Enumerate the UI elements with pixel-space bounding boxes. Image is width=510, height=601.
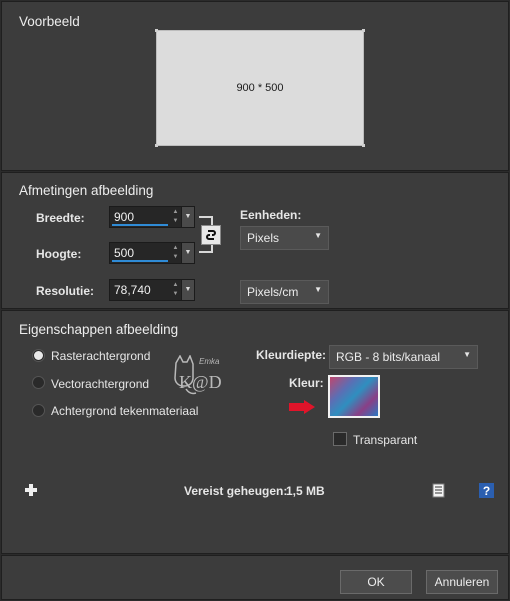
presets-icon[interactable]: [431, 483, 446, 498]
color-depth-label: Kleurdiepte:: [256, 348, 327, 362]
memory-label: Vereist geheugen:: [184, 484, 288, 498]
height-spinner[interactable]: 500 ▲ ▼ ▼: [109, 242, 195, 264]
units-label: Eenheden:: [240, 208, 302, 222]
help-icon[interactable]: ?: [479, 483, 494, 498]
memory-value: 1,5 MB: [286, 484, 325, 498]
preview-corner-handle: [362, 144, 365, 147]
color-depth-value: RGB - 8 bits/kanaal: [336, 350, 441, 364]
resolution-units-select[interactable]: Pixels/cm ▼: [240, 280, 329, 304]
units-select[interactable]: Pixels ▼: [240, 226, 329, 250]
width-underline: [112, 224, 168, 226]
spin-arrows-icon[interactable]: ▲ ▼: [170, 281, 181, 299]
chevron-down-icon: ▼: [463, 350, 471, 359]
dimensions-title: Afmetingen afbeelding: [19, 183, 154, 198]
watermark-text: K@D: [179, 372, 222, 392]
width-label: Breedte:: [36, 211, 85, 225]
link-icon-glyph: [206, 230, 216, 240]
preview-title: Voorbeeld: [19, 14, 80, 29]
preview-corner-handle: [362, 29, 365, 32]
height-underline: [112, 260, 168, 262]
preview-corner-handle: [155, 29, 158, 32]
option-vector-label[interactable]: Vectorachtergrond: [51, 377, 149, 391]
resolution-label: Resolutie:: [36, 284, 95, 298]
color-label: Kleur:: [289, 376, 324, 390]
height-value: 500: [114, 246, 135, 260]
arrow-right-icon: [289, 400, 315, 414]
width-value: 900: [114, 210, 135, 224]
chevron-down-icon: ▼: [314, 231, 322, 240]
width-spinner[interactable]: 900 ▲ ▼ ▼: [109, 206, 195, 228]
svg-text:?: ?: [483, 484, 490, 498]
preview-image: 900 * 500: [156, 30, 364, 146]
transparent-label[interactable]: Transparant: [353, 433, 417, 447]
width-dropdown-button[interactable]: ▼: [181, 207, 194, 227]
plus-icon[interactable]: [24, 483, 38, 497]
height-dropdown-button[interactable]: ▼: [181, 243, 194, 263]
resolution-units-value: Pixels/cm: [247, 285, 299, 299]
watermark-logo: Emka K@D: [172, 354, 242, 400]
ok-button[interactable]: OK: [340, 570, 412, 594]
spin-arrows-icon[interactable]: ▲ ▼: [170, 208, 181, 226]
preview-size-label: 900 * 500: [236, 82, 284, 94]
link-icon[interactable]: [201, 225, 221, 245]
radio-raster[interactable]: [32, 349, 45, 362]
radio-vector[interactable]: [32, 376, 45, 389]
option-material-label[interactable]: Achtergrond tekenmateriaal: [51, 404, 198, 418]
resolution-value: 78,740: [114, 283, 151, 297]
resolution-spinner[interactable]: 78,740 ▲ ▼ ▼: [109, 279, 195, 301]
transparent-checkbox[interactable]: [333, 432, 347, 446]
preview-corner-handle: [155, 144, 158, 147]
chevron-down-icon: ▼: [314, 285, 322, 294]
color-depth-select[interactable]: RGB - 8 bits/kanaal ▼: [329, 345, 478, 369]
watermark-top-text: Emka: [199, 357, 220, 366]
cancel-button[interactable]: Annuleren: [426, 570, 498, 594]
spin-arrows-icon[interactable]: ▲ ▼: [170, 244, 181, 262]
color-swatch[interactable]: [328, 375, 380, 418]
properties-title: Eigenschappen afbeelding: [19, 322, 179, 337]
units-value: Pixels: [247, 231, 280, 245]
radio-material[interactable]: [32, 404, 45, 417]
option-raster-label[interactable]: Rasterachtergrond: [51, 349, 150, 363]
height-label: Hoogte:: [36, 247, 82, 261]
resolution-dropdown-button[interactable]: ▼: [181, 280, 194, 300]
